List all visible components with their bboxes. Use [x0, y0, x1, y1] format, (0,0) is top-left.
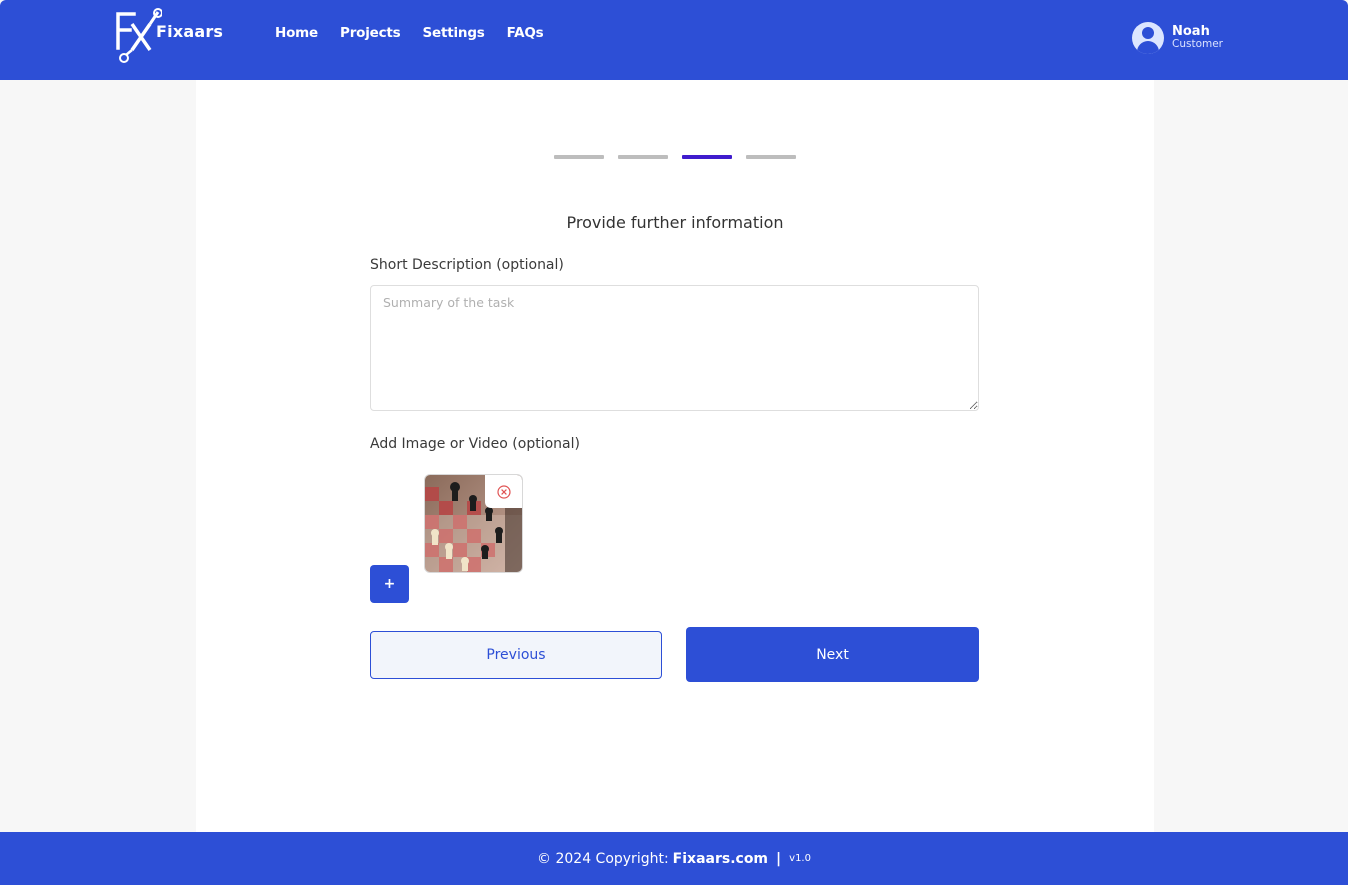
- form-card: Provide further information Short Descri…: [196, 80, 1154, 832]
- description-textarea[interactable]: [370, 285, 979, 411]
- nav-home[interactable]: Home: [275, 25, 318, 41]
- nav-settings[interactable]: Settings: [423, 25, 485, 41]
- media-thumbnail: [424, 474, 523, 573]
- main-nav: Home Projects Settings FAQs: [275, 25, 565, 41]
- close-circle-icon: [497, 484, 511, 499]
- media-label: Add Image or Video (optional): [370, 436, 580, 452]
- step-indicator-2: [618, 155, 668, 159]
- step-progress: [554, 155, 810, 159]
- remove-media-button[interactable]: [485, 475, 522, 508]
- form-title: Provide further information: [566, 213, 784, 232]
- version-text: v1.0: [789, 853, 811, 864]
- copyright-text: © 2024 Copyright:: [537, 850, 669, 867]
- step-indicator-3-active: [682, 155, 732, 159]
- description-label: Short Description (optional): [370, 257, 564, 273]
- nav-faqs[interactable]: FAQs: [507, 25, 544, 41]
- add-media-button[interactable]: +: [370, 565, 409, 603]
- footer: © 2024 Copyright: Fixaars.com | v1.0: [0, 832, 1348, 885]
- user-name: Noah: [1172, 24, 1210, 40]
- step-indicator-1: [554, 155, 604, 159]
- footer-separator: |: [776, 850, 782, 867]
- brand-name: Fixaars: [156, 22, 224, 41]
- brand-logo[interactable]: Fixaars: [116, 8, 226, 64]
- next-button[interactable]: Next: [686, 627, 979, 682]
- nav-projects[interactable]: Projects: [340, 25, 401, 41]
- step-indicator-4: [746, 155, 796, 159]
- user-avatar-icon: [1132, 22, 1164, 54]
- user-role: Customer: [1172, 38, 1224, 51]
- top-navbar: Fixaars Home Projects Settings FAQs Noah…: [0, 0, 1348, 80]
- user-menu[interactable]: Noah Customer: [1132, 22, 1223, 54]
- site-link[interactable]: Fixaars.com: [673, 851, 768, 867]
- previous-button[interactable]: Previous: [370, 631, 662, 679]
